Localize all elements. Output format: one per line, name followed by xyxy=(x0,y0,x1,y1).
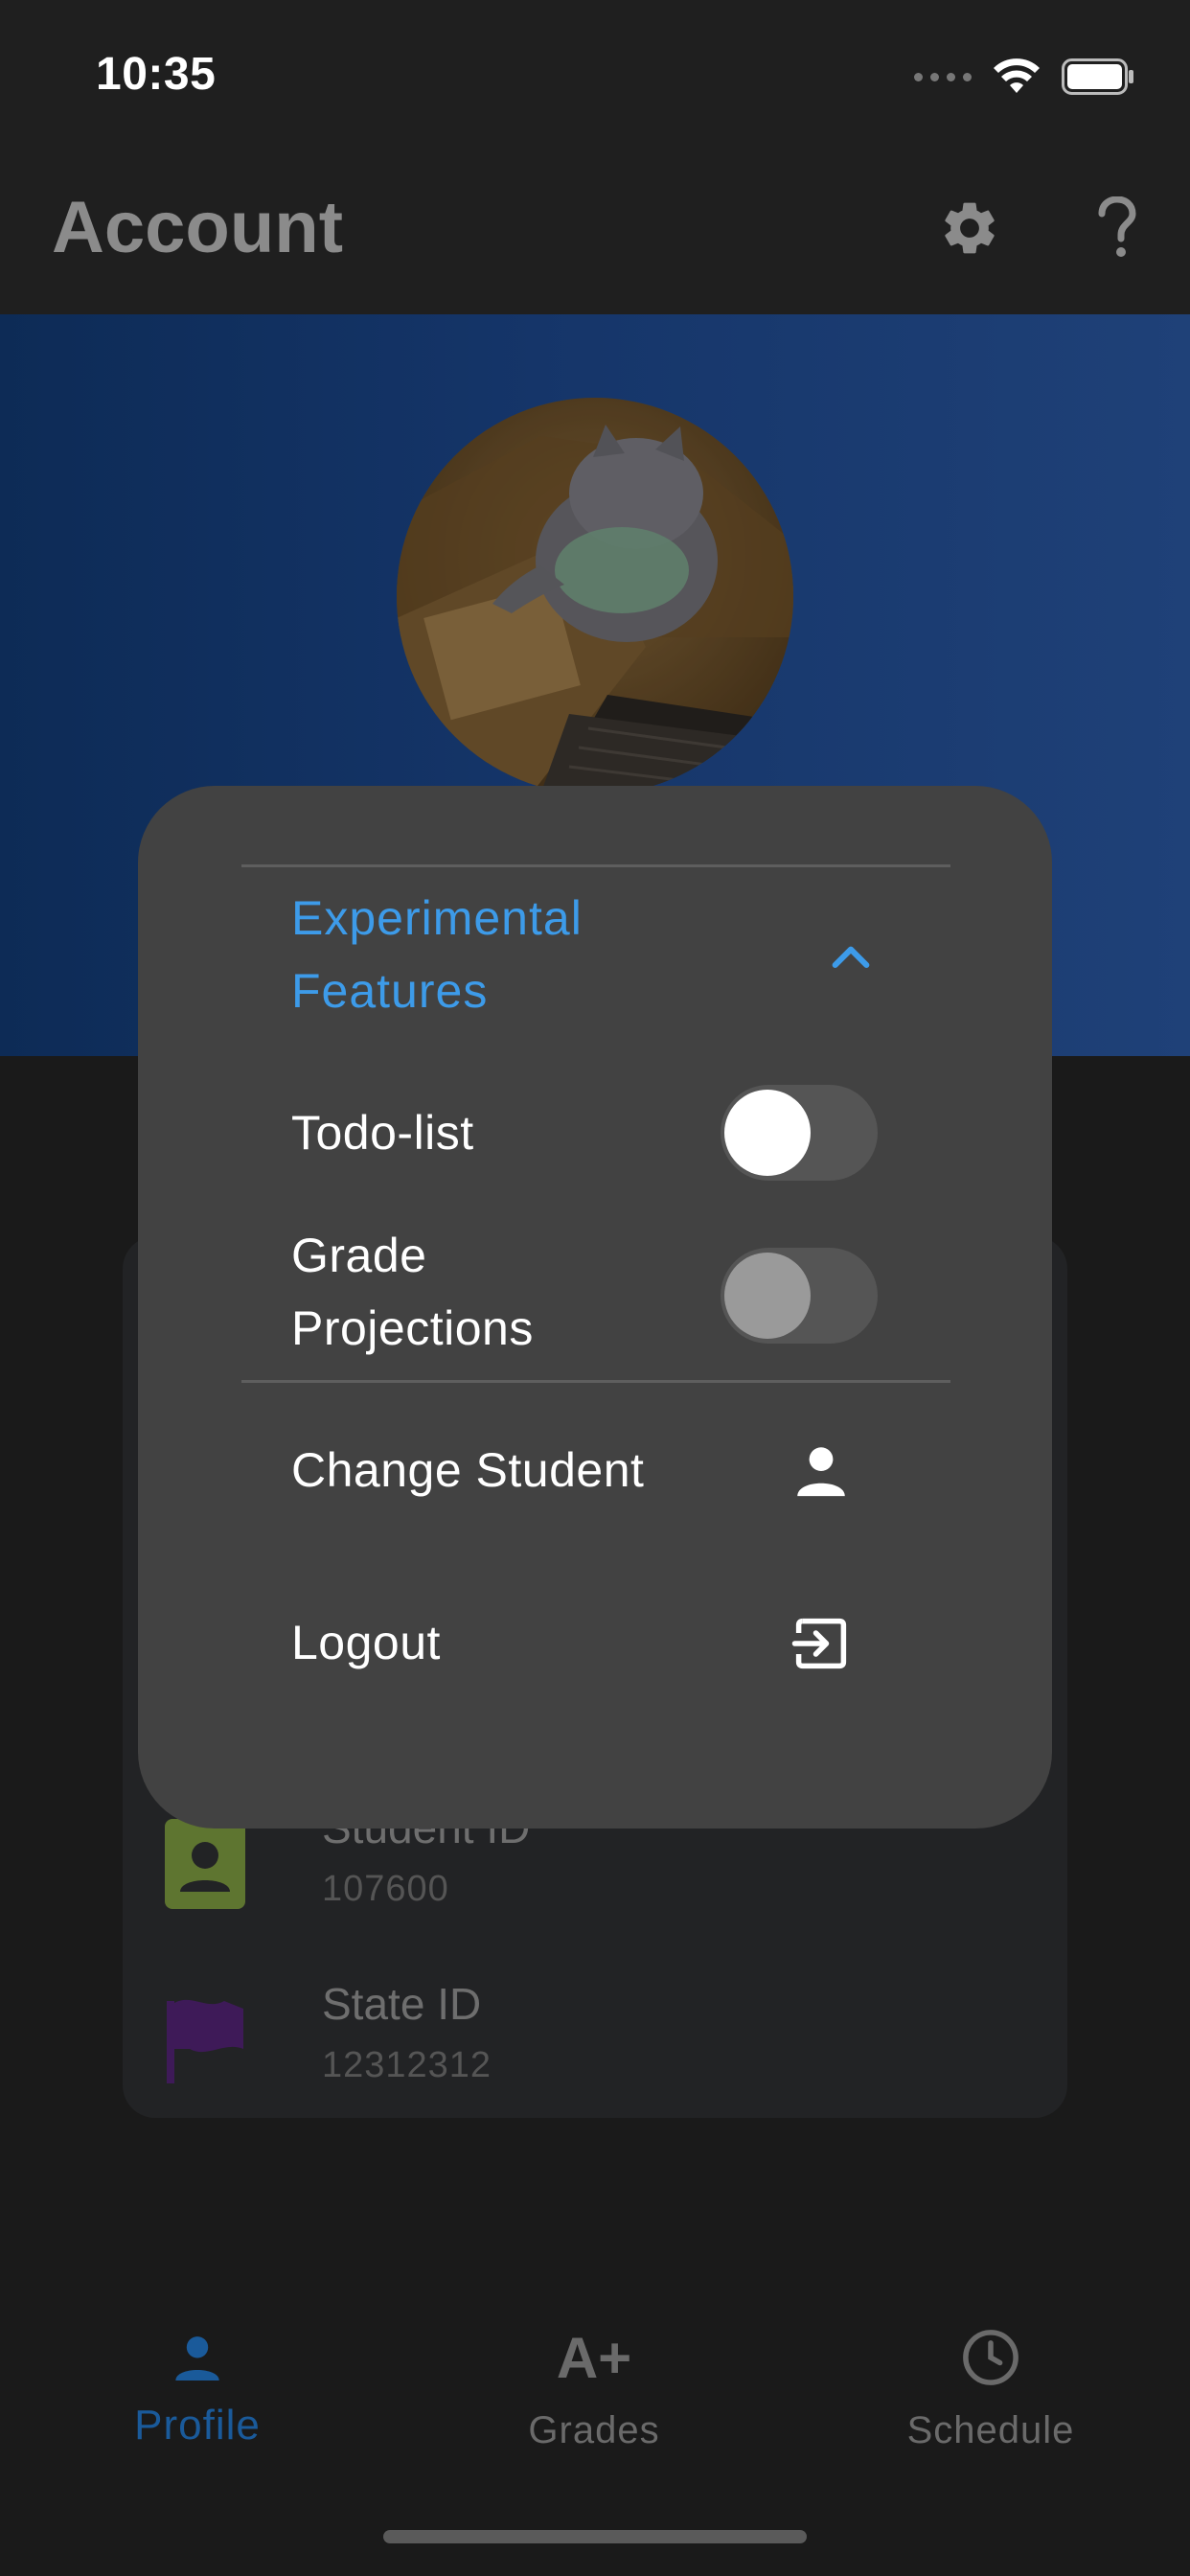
logout-label: Logout xyxy=(291,1616,441,1669)
signal-icon xyxy=(914,72,972,81)
grade-projections-toggle[interactable] xyxy=(721,1248,878,1344)
account-options-modal: Experimental Features Todo-list Grade Pr… xyxy=(138,786,1052,1828)
divider-bottom xyxy=(241,1380,950,1383)
wifi-icon xyxy=(994,58,1040,93)
person-icon xyxy=(797,1447,845,1497)
toggle-knob xyxy=(724,1090,811,1176)
chevron-up-icon xyxy=(832,946,870,969)
nav-schedule-label: Schedule xyxy=(906,2409,1075,2451)
gear-icon xyxy=(945,202,995,254)
status-icons xyxy=(914,56,1134,98)
page-title: Account xyxy=(52,187,343,268)
flag-icon xyxy=(167,1999,243,2083)
grade-aplus-icon: A+ xyxy=(556,2325,632,2390)
change-student-label: Change Student xyxy=(291,1443,645,1497)
nav-grades-label: Grades xyxy=(528,2409,660,2451)
nav-schedule[interactable]: Schedule xyxy=(847,2319,1134,2463)
todo-list-toggle[interactable] xyxy=(721,1085,878,1181)
app-bar: Account xyxy=(0,144,1190,314)
grade-projections-row: Grade Projections xyxy=(291,1219,943,1372)
settings-button[interactable] xyxy=(933,192,1006,264)
battery-icon xyxy=(1062,58,1133,95)
divider-top xyxy=(241,864,950,867)
home-indicator xyxy=(383,2530,807,2543)
logout-icon xyxy=(791,1618,847,1669)
nav-profile[interactable]: Profile xyxy=(54,2319,341,2463)
toggle-knob xyxy=(724,1253,811,1339)
state-id-label: State ID xyxy=(322,1979,482,2029)
student-id-value: 107600 xyxy=(322,1869,449,1909)
clock-icon xyxy=(963,2330,1018,2385)
experimental-features-header[interactable]: Experimental Features xyxy=(291,882,943,1035)
cat-avatar-image xyxy=(397,398,793,794)
help-icon xyxy=(1098,196,1136,257)
change-student-button[interactable]: Change Student xyxy=(291,1422,1000,1518)
status-bar: 10:35 xyxy=(0,0,1190,144)
avatar[interactable] xyxy=(397,398,793,794)
todo-list-row: Todo-list xyxy=(291,1085,943,1181)
person-icon xyxy=(175,2336,219,2380)
info-row-state-id[interactable]: State ID 12312312 xyxy=(123,1978,1067,2131)
state-id-value: 12312312 xyxy=(322,2045,492,2085)
nav-profile-label: Profile xyxy=(134,2402,261,2449)
logout-button[interactable]: Logout xyxy=(291,1595,1000,1690)
status-time: 10:35 xyxy=(96,49,217,100)
help-button[interactable] xyxy=(1081,192,1154,264)
nav-grades[interactable]: A+ Grades xyxy=(450,2319,738,2463)
